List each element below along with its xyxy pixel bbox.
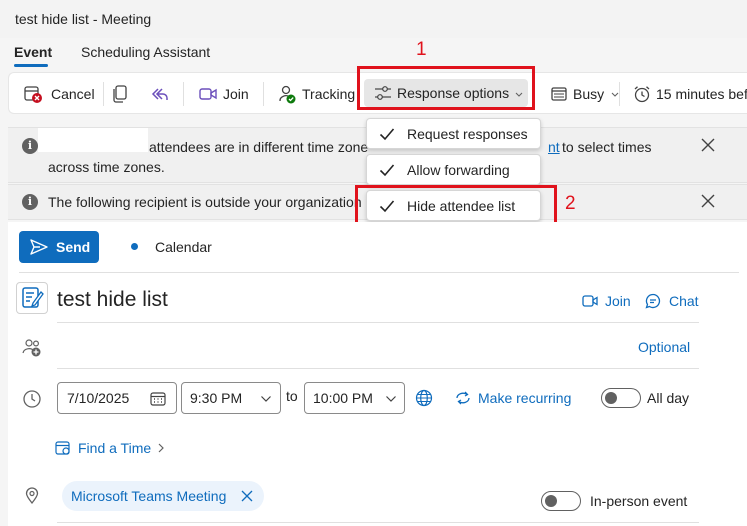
meeting-title-input[interactable]: test hide list xyxy=(57,288,168,312)
close-icon[interactable] xyxy=(701,138,715,152)
clock-icon xyxy=(22,389,42,409)
in-person-event-label: In-person event xyxy=(590,493,688,509)
all-day-toggle[interactable] xyxy=(601,388,641,408)
start-time-dropdown[interactable]: 9:30 PM xyxy=(181,382,281,414)
copy-button[interactable] xyxy=(111,73,129,115)
calendar-icon[interactable] xyxy=(150,391,166,407)
calendar-color-dot xyxy=(131,243,138,250)
in-person-event-toggle[interactable] xyxy=(541,491,581,511)
calendar-selector[interactable]: Calendar xyxy=(155,239,212,255)
tracking-button[interactable]: Tracking xyxy=(278,73,355,115)
scheduling-assistant-link[interactable]: nt xyxy=(548,139,560,155)
cancel-icon xyxy=(23,84,43,104)
tracking-label: Tracking xyxy=(302,86,356,102)
location-icon xyxy=(23,487,41,505)
repeat-icon xyxy=(455,390,471,406)
cancel-label: Cancel xyxy=(51,86,95,102)
reply-all-button[interactable] xyxy=(149,73,169,115)
alarm-icon xyxy=(633,85,651,103)
start-date-value: 7/10/2025 xyxy=(67,390,130,406)
end-time-value: 10:00 PM xyxy=(313,390,373,406)
send-icon xyxy=(30,239,48,255)
menu-item-request-responses[interactable]: Request responses xyxy=(366,118,541,149)
check-icon xyxy=(367,163,407,177)
optional-attendees-link[interactable]: Optional xyxy=(638,339,690,355)
tab-event[interactable]: Event xyxy=(14,44,52,60)
chat-icon xyxy=(645,293,661,309)
toolbar-divider xyxy=(619,82,620,106)
active-tab-indicator xyxy=(14,64,48,67)
start-time-value: 9:30 PM xyxy=(190,390,243,406)
teams-meeting-chip[interactable]: Microsoft Teams Meeting xyxy=(62,481,264,511)
annotation-box-response-options xyxy=(357,66,535,110)
timezone-text-line2: across time zones. xyxy=(48,159,165,175)
join-button[interactable]: Join xyxy=(199,73,249,115)
reply-all-icon xyxy=(149,85,169,103)
divider xyxy=(57,322,699,323)
divider xyxy=(57,522,699,523)
end-time-dropdown[interactable]: 10:00 PM xyxy=(304,382,405,414)
close-icon[interactable] xyxy=(241,490,253,502)
divider xyxy=(19,272,739,273)
redacted-area xyxy=(38,128,148,152)
all-day-label: All day xyxy=(647,390,690,406)
cancel-button[interactable]: Cancel xyxy=(23,73,95,115)
chevron-down-icon xyxy=(260,394,272,404)
find-time-icon xyxy=(55,440,71,456)
busy-dropdown[interactable]: Busy xyxy=(551,73,620,115)
join-label: Join xyxy=(223,86,249,102)
menu-item-allow-forwarding[interactable]: Allow forwarding xyxy=(366,154,541,185)
globe-icon[interactable] xyxy=(415,389,433,407)
note-icon xyxy=(16,282,48,314)
make-recurring-label: Make recurring xyxy=(478,390,572,406)
info-icon: i xyxy=(22,194,38,210)
toolbar-divider xyxy=(103,82,104,106)
chat-link[interactable]: Chat xyxy=(645,293,699,309)
join-link[interactable]: Join xyxy=(582,293,631,309)
video-icon xyxy=(199,86,217,102)
close-icon[interactable] xyxy=(701,194,715,208)
title-bar: test hide list - Meeting xyxy=(0,0,747,38)
menu-item-label: Allow forwarding xyxy=(407,161,510,178)
window-title: test hide list - Meeting xyxy=(15,11,152,27)
join-link-label: Join xyxy=(605,293,631,309)
to-label: to xyxy=(286,388,298,404)
menu-item-label: Request responses xyxy=(407,125,528,142)
tab-scheduling-assistant[interactable]: Scheduling Assistant xyxy=(81,44,210,60)
send-label: Send xyxy=(56,239,91,255)
info-icon: i xyxy=(22,138,38,154)
reminder-dropdown[interactable]: 15 minutes bef xyxy=(633,73,747,115)
toolbar-divider xyxy=(183,82,184,106)
divider xyxy=(57,368,699,369)
find-a-time-button[interactable]: Find a Time xyxy=(55,440,165,456)
make-recurring-button[interactable]: Make recurring xyxy=(455,390,571,406)
chat-link-label: Chat xyxy=(669,293,699,309)
teams-meeting-label: Microsoft Teams Meeting xyxy=(71,488,227,504)
find-a-time-label: Find a Time xyxy=(78,440,152,456)
chevron-down-icon xyxy=(385,394,397,404)
external-recipient-text: The following recipient is outside your … xyxy=(48,194,362,210)
reminder-label: 15 minutes bef xyxy=(656,86,747,102)
people-add-icon xyxy=(22,338,42,358)
check-icon xyxy=(367,127,407,141)
timezone-text-after: to select times xyxy=(562,139,652,155)
busy-icon xyxy=(551,86,567,102)
tracking-icon xyxy=(278,84,296,104)
video-icon xyxy=(582,294,598,308)
chevron-right-icon xyxy=(157,443,165,453)
busy-label: Busy xyxy=(573,86,605,102)
annotation-number-2: 2 xyxy=(565,193,576,214)
send-button[interactable]: Send xyxy=(19,231,99,263)
start-date-field[interactable]: 7/10/2025 xyxy=(57,382,177,414)
timezone-text: attendees are in different time zone xyxy=(149,139,369,155)
copy-icon xyxy=(111,84,129,104)
attendees-input[interactable] xyxy=(57,336,637,362)
annotation-number-1: 1 xyxy=(416,39,427,60)
toolbar-divider xyxy=(263,82,264,106)
